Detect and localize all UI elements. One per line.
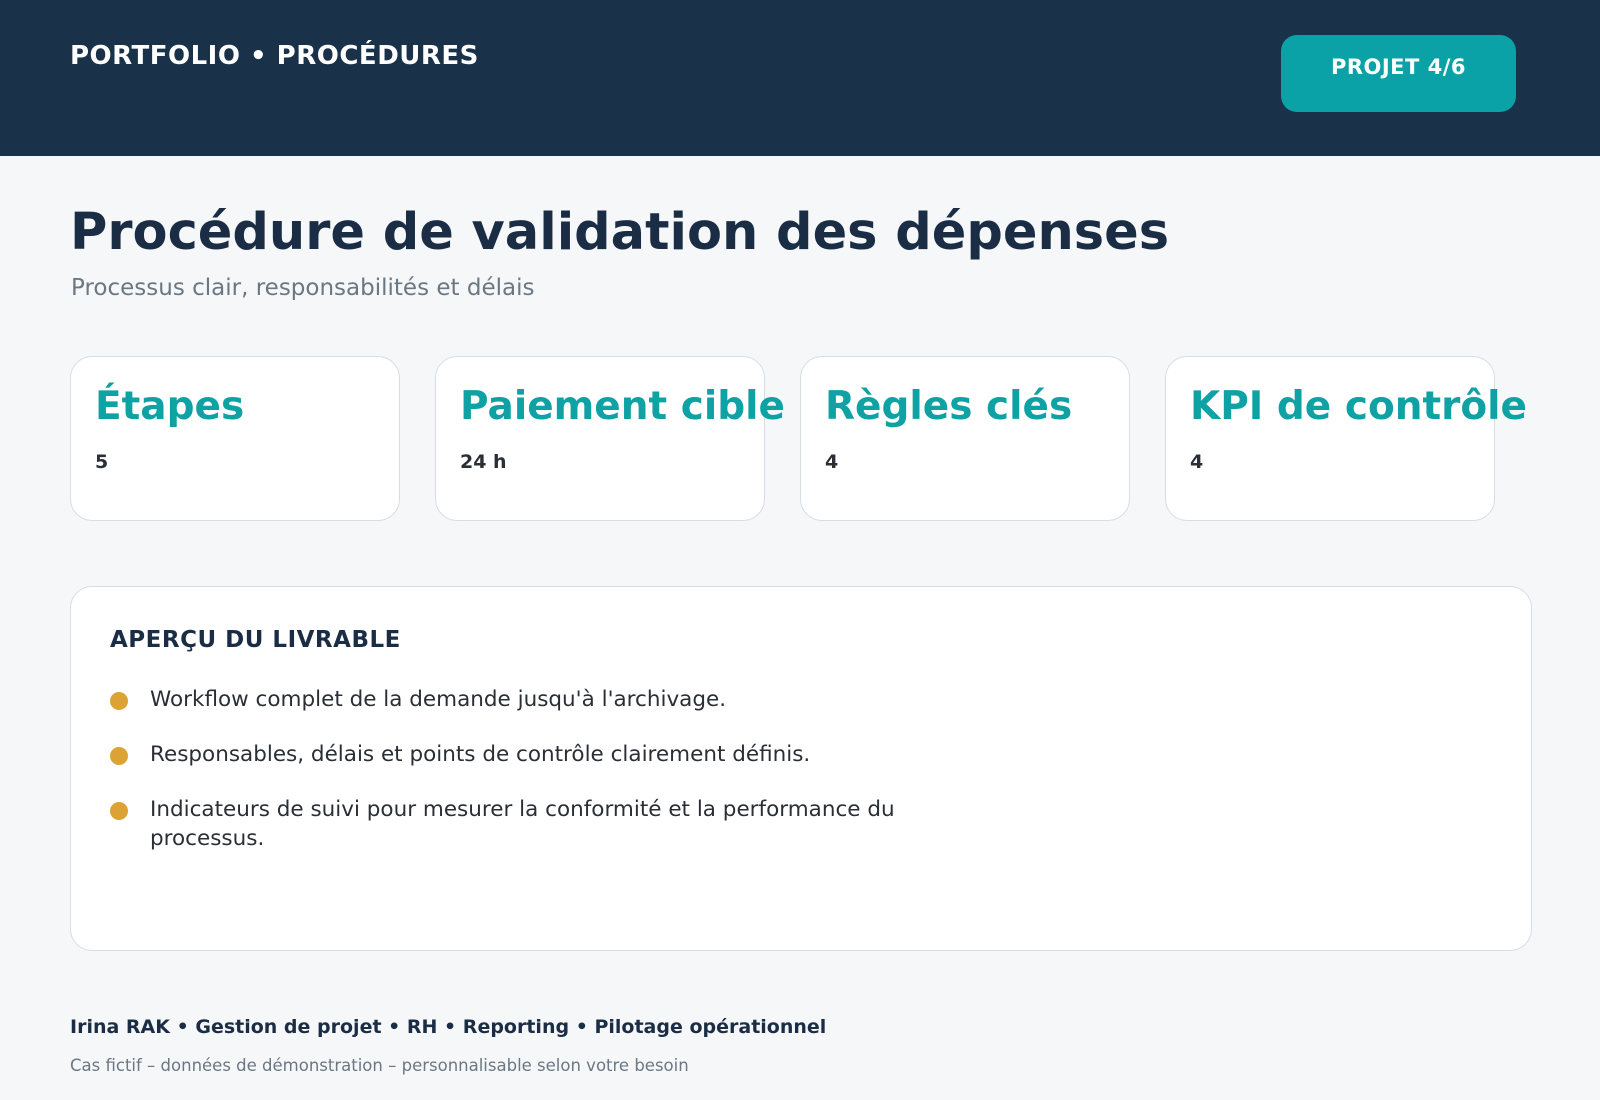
deliverable-preview-panel: APERÇU DU LIVRABLE Workflow complet de l… (70, 586, 1532, 951)
bullet-dot-icon (110, 802, 128, 820)
stat-value: 4 (825, 451, 839, 473)
deliverable-list: Workflow complet de la demande jusqu'à l… (110, 685, 990, 879)
footer-note: Cas fictif – données de démonstration – … (70, 1056, 689, 1075)
section-title: PORTFOLIO • PROCÉDURES (70, 41, 479, 71)
stat-card-regles-cles: Règles clés 4 (800, 356, 1130, 521)
stat-label: Étapes (95, 384, 245, 429)
list-item: Workflow complet de la demande jusqu'à l… (110, 685, 990, 714)
stat-value: 24 h (460, 451, 507, 473)
list-item-text: Indicateurs de suivi pour mesurer la con… (150, 797, 895, 851)
top-header: PORTFOLIO • PROCÉDURES PROJET 4/6 (0, 0, 1600, 156)
stat-card-paiement-cible: Paiement cible 24 h (435, 356, 785, 521)
list-item-text: Responsables, délais et points de contrô… (150, 742, 811, 767)
list-item: Indicateurs de suivi pour mesurer la con… (110, 795, 990, 853)
bullet-dot-icon (110, 692, 128, 710)
bullet-dot-icon (110, 747, 128, 765)
stat-card-kpi-controle: KPI de contrôle 4 (1165, 356, 1527, 521)
panel-heading: APERÇU DU LIVRABLE (110, 627, 401, 653)
footer-credits: Irina RAK • Gestion de projet • RH • Rep… (70, 1016, 827, 1038)
stat-label: KPI de contrôle (1190, 384, 1528, 429)
stat-value: 5 (95, 451, 109, 473)
stat-value: 4 (1190, 451, 1204, 473)
page-subtitle: Processus clair, responsabilités et déla… (71, 275, 535, 301)
stat-label: Paiement cible (460, 384, 785, 429)
project-counter-badge: PROJET 4/6 (1281, 35, 1516, 112)
list-item-text: Workflow complet de la demande jusqu'à l… (150, 687, 727, 712)
stat-label: Règles clés (825, 384, 1073, 429)
page-title: Procédure de validation des dépenses (70, 203, 1170, 262)
list-item: Responsables, délais et points de contrô… (110, 740, 990, 769)
stat-card-etapes: Étapes 5 (70, 356, 400, 521)
